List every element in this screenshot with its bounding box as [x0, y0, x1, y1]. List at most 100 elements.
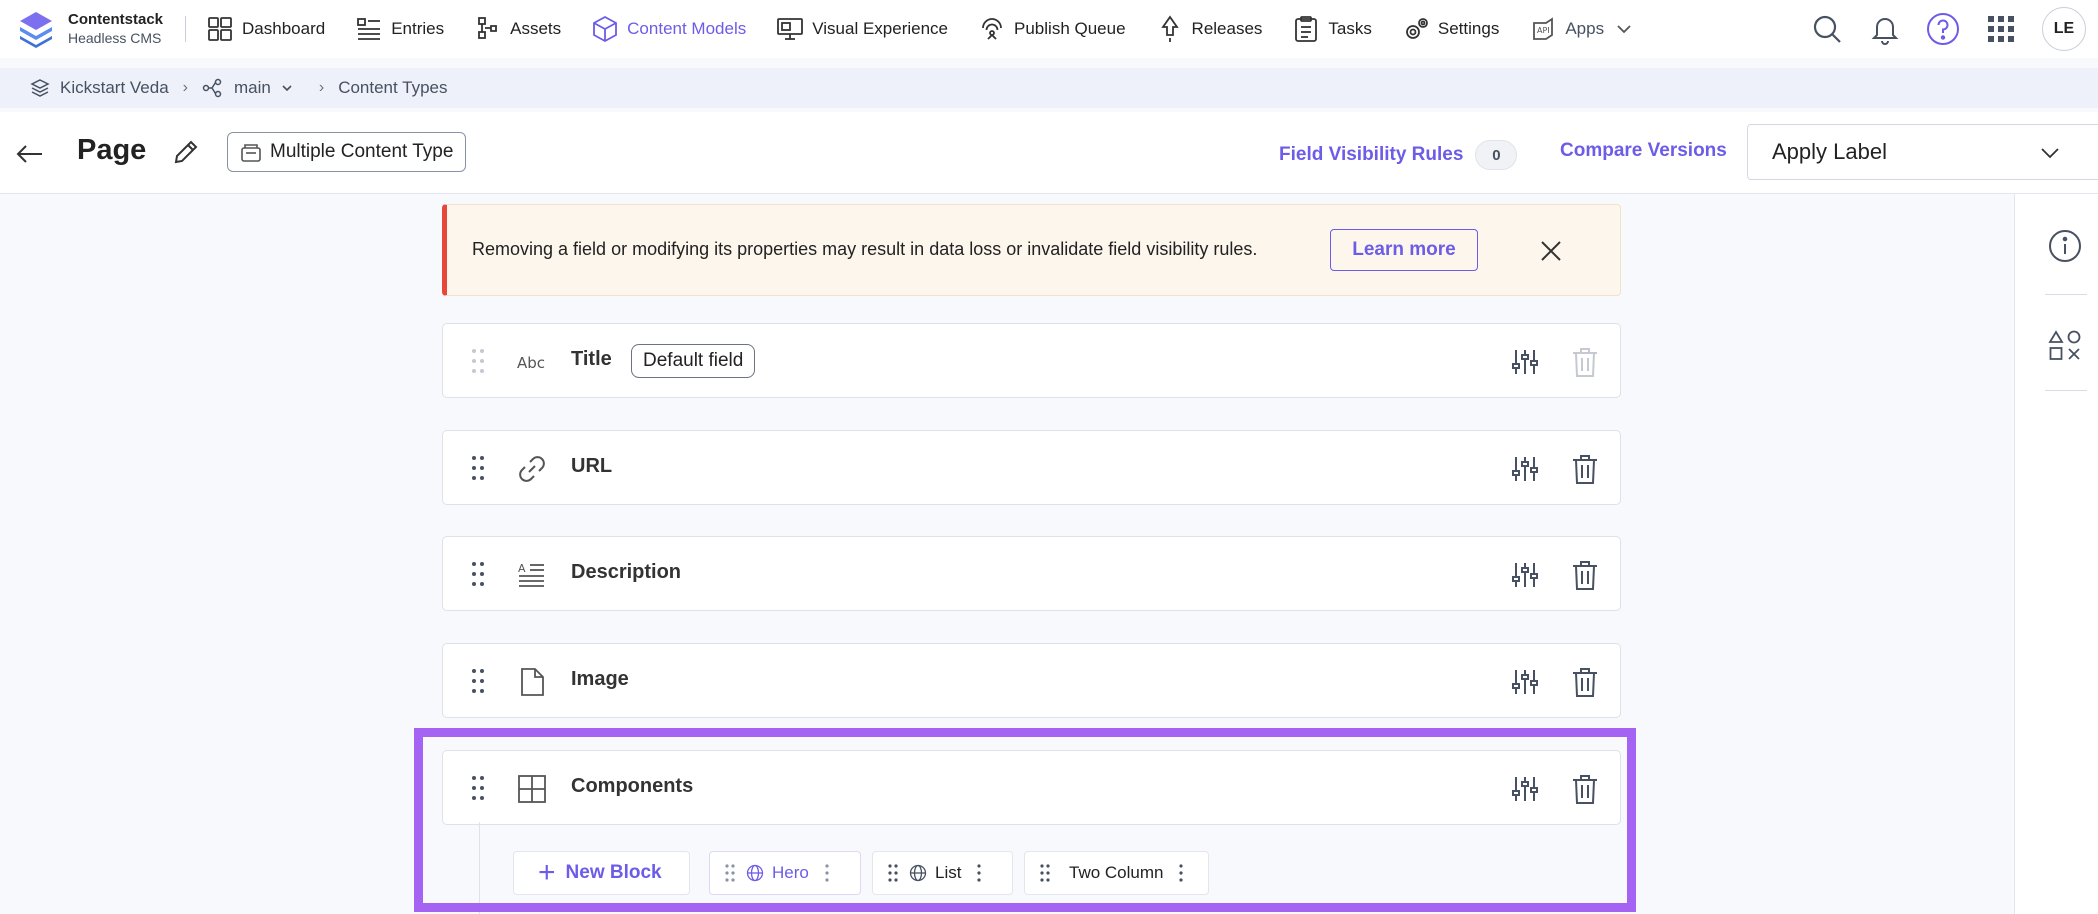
nav-publish-queue[interactable]: Publish Queue [978, 0, 1126, 58]
drag-handle-icon [472, 669, 484, 693]
apply-label-dropdown[interactable]: Apply Label [1747, 124, 2098, 180]
breadcrumb-section-label: Content Types [338, 78, 448, 97]
breadcrumb: Kickstart Veda › main › Content Types [0, 68, 2098, 108]
content-models-icon [593, 15, 618, 43]
text-icon: Abc [517, 354, 545, 372]
alert-message: Removing a field or modifying its proper… [472, 239, 1258, 259]
breadcrumb-branch[interactable]: main [202, 78, 305, 98]
delete-trash-icon[interactable] [1570, 453, 1600, 485]
releases-icon [1160, 15, 1179, 42]
nav-content-models[interactable]: Content Models [591, 0, 746, 58]
nav-content-models-label: Content Models [627, 19, 747, 38]
nav-dashboard-label: Dashboard [242, 19, 326, 38]
assets-icon [478, 17, 498, 39]
field-name: Image [571, 668, 629, 690]
field-settings-icon[interactable] [1510, 774, 1540, 804]
nav-assets[interactable]: Assets [474, 0, 561, 58]
field-visibility-rules-button[interactable]: Field Visibility Rules 0 [1279, 140, 1518, 170]
apps-icon: API [1533, 17, 1554, 40]
drag-handle-icon [472, 776, 484, 800]
warning-alert: Removing a field or modifying its proper… [442, 204, 1621, 296]
chevron-down-icon [2041, 148, 2059, 159]
tasks-icon [1295, 16, 1318, 42]
right-side-rail [2014, 194, 2098, 914]
field-settings-icon[interactable] [1510, 667, 1540, 697]
more-options-icon[interactable] [825, 864, 829, 882]
svg-text:A: A [518, 562, 526, 575]
delete-trash-icon[interactable] [1570, 773, 1600, 805]
delete-trash-icon[interactable] [1570, 559, 1600, 591]
block-tab-hero[interactable]: Hero [709, 851, 861, 895]
nav-entries[interactable]: Entries [355, 0, 444, 58]
page-title: Page [77, 134, 147, 166]
modular-blocks-icon [518, 775, 546, 803]
nav-settings[interactable]: Settings [1402, 0, 1499, 58]
link-icon [519, 456, 545, 482]
breadcrumb-section[interactable]: Content Types [338, 78, 447, 98]
field-name: Components [571, 775, 694, 797]
block-label: Two Column [1069, 863, 1164, 882]
more-options-icon[interactable] [977, 864, 982, 882]
user-avatar[interactable]: LE [2042, 7, 2086, 51]
visual-experience-icon [777, 18, 804, 40]
multiline-text-icon: A [518, 562, 544, 587]
drag-handle-icon [725, 864, 735, 882]
chevron-down-icon [282, 85, 292, 92]
breadcrumb-branch-label: main [234, 78, 271, 97]
delete-trash-icon[interactable] [1570, 666, 1600, 698]
field-row-title[interactable]: Abc Title Default field [442, 323, 1621, 398]
field-row-components[interactable]: Components [442, 750, 1621, 825]
publish-queue-icon [982, 18, 1002, 40]
field-row-image[interactable]: Image [442, 643, 1621, 718]
nav-publish-queue-label: Publish Queue [1014, 19, 1126, 38]
drag-handle-icon [472, 456, 484, 480]
more-options-icon[interactable] [1179, 864, 1184, 882]
nav-entries-label: Entries [391, 19, 445, 38]
help-icon[interactable] [1926, 12, 1960, 46]
delete-trash-icon [1573, 348, 1597, 377]
breadcrumb-stack[interactable]: Kickstart Veda [30, 78, 169, 98]
content-type-badge-label: Multiple Content Type [270, 141, 454, 162]
nav-assets-label: Assets [510, 19, 562, 38]
multiple-content-type-icon [241, 144, 261, 162]
breadcrumb-separator-icon: › [318, 79, 325, 96]
learn-more-button[interactable]: Learn more [1330, 229, 1478, 271]
field-row-url[interactable]: URL [442, 430, 1621, 505]
nav-apps[interactable]: API Apps [1529, 0, 1642, 58]
edit-pencil-icon[interactable] [170, 136, 202, 168]
field-settings-icon[interactable] [1510, 347, 1540, 377]
field-settings-icon[interactable] [1510, 560, 1540, 590]
globe-icon [909, 864, 927, 882]
nav-divider [185, 16, 187, 42]
new-block-label: New Block [565, 862, 662, 883]
nav-tasks[interactable]: Tasks [1292, 0, 1372, 58]
drag-handle-icon [472, 562, 484, 586]
nav-dashboard[interactable]: Dashboard [206, 0, 325, 58]
back-arrow-icon[interactable] [14, 138, 46, 170]
close-icon[interactable] [1536, 236, 1566, 266]
field-name: Title [571, 348, 612, 370]
nav-visual-experience[interactable]: Visual Experience [776, 0, 948, 58]
content-type-badge[interactable]: Multiple Content Type [227, 132, 467, 172]
breadcrumb-separator-icon: › [182, 79, 188, 96]
nav-tasks-label: Tasks [1328, 19, 1372, 38]
nav-visual-experience-label: Visual Experience [812, 19, 949, 38]
field-row-description[interactable]: A Description [442, 536, 1621, 611]
new-block-button[interactable]: + New Block [513, 851, 690, 895]
dashboard-icon [208, 17, 232, 41]
brand-logo[interactable]: Contentstack Headless CMS [0, 0, 163, 58]
app-grid-icon[interactable] [1984, 12, 2018, 46]
block-tab-list[interactable]: List [872, 851, 1013, 895]
info-icon[interactable] [2047, 228, 2083, 264]
plus-icon: + [538, 856, 556, 889]
stack-layers-icon [30, 79, 50, 97]
compare-versions-link[interactable]: Compare Versions [1560, 140, 1727, 162]
shapes-icon[interactable] [2047, 328, 2083, 364]
search-icon[interactable] [1810, 12, 1844, 46]
field-settings-icon[interactable] [1510, 454, 1540, 484]
chevron-down-icon [1617, 25, 1631, 34]
nav-releases[interactable]: Releases [1156, 0, 1262, 58]
notifications-bell-icon[interactable] [1868, 12, 1902, 46]
block-tab-two-column[interactable]: Two Column [1024, 851, 1209, 895]
apply-label-text: Apply Label [1772, 139, 1887, 164]
